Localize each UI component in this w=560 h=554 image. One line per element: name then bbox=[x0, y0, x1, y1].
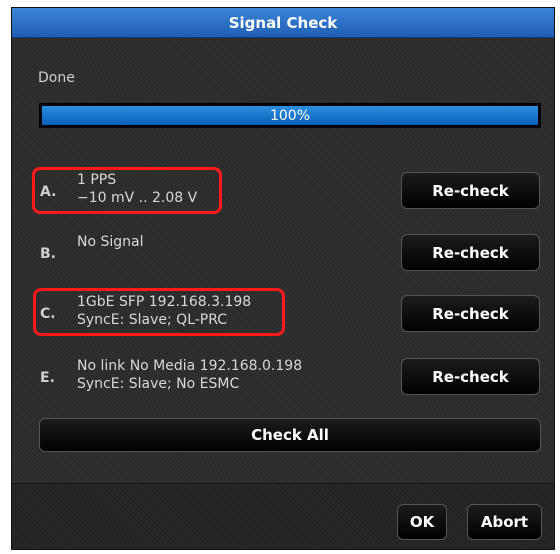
recheck-button-a[interactable]: Re-check bbox=[401, 172, 540, 209]
abort-button[interactable]: Abort bbox=[467, 504, 542, 540]
row-a-line1: 1 PPS bbox=[77, 172, 117, 188]
row-b-line1: No Signal bbox=[77, 234, 144, 250]
row-a-letter: A. bbox=[40, 184, 57, 200]
check-all-button[interactable]: Check All bbox=[39, 418, 541, 452]
progress-bar: 100% bbox=[39, 103, 541, 128]
signal-check-dialog: Signal Check Done 100% A. 1 PPS −10 mV .… bbox=[11, 7, 555, 550]
row-a-line2: −10 mV .. 2.08 V bbox=[77, 190, 198, 206]
row-c-line2: SyncE: Slave; QL-PRC bbox=[77, 312, 228, 328]
row-e-line2: SyncE: Slave; No ESMC bbox=[77, 376, 240, 392]
row-e-letter: E. bbox=[40, 370, 55, 386]
row-e-line1: No link No Media 192.168.0.198 bbox=[77, 358, 303, 374]
recheck-button-c[interactable]: Re-check bbox=[401, 295, 540, 332]
progress-label: 100% bbox=[269, 107, 311, 124]
ok-button[interactable]: OK bbox=[397, 504, 447, 540]
row-c-line1: 1GbE SFP 192.168.3.198 bbox=[77, 294, 252, 310]
row-b-letter: B. bbox=[40, 246, 56, 262]
status-label: Done bbox=[38, 70, 75, 86]
recheck-button-e[interactable]: Re-check bbox=[401, 358, 540, 395]
dialog-title: Signal Check bbox=[12, 8, 554, 38]
row-c-letter: C. bbox=[40, 306, 56, 322]
recheck-button-b[interactable]: Re-check bbox=[401, 234, 540, 271]
